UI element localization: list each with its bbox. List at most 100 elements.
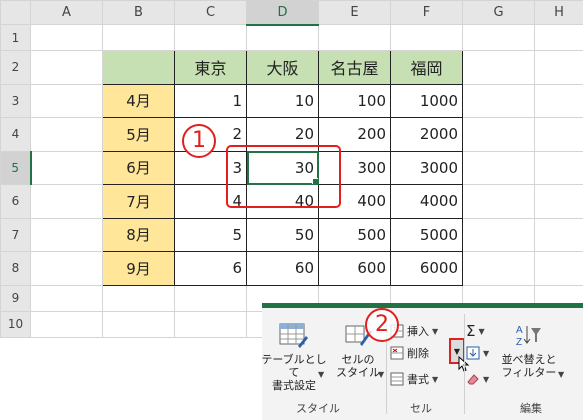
cell[interactable] — [462, 117, 535, 152]
row-header-8[interactable]: 8 — [0, 251, 31, 286]
cell[interactable] — [174, 24, 247, 52]
row-header-1[interactable]: 1 — [0, 24, 31, 52]
row-header-5[interactable]: 5 — [0, 150, 32, 186]
cell[interactable] — [246, 24, 319, 52]
row-header-3[interactable]: 3 — [0, 83, 31, 119]
cell[interactable] — [462, 251, 535, 286]
format-button[interactable]: 書式 ▼ — [390, 370, 438, 388]
cell[interactable] — [318, 24, 391, 52]
value-cell[interactable]: 600 — [318, 251, 391, 286]
cell[interactable] — [534, 217, 583, 253]
cell[interactable] — [534, 150, 583, 186]
sort-filter-label: 並べ替えと フィルター — [501, 353, 557, 379]
cell[interactable] — [462, 184, 535, 219]
value-cell[interactable]: 10 — [246, 83, 319, 119]
value-cell[interactable]: 6 — [174, 251, 247, 286]
cell[interactable] — [30, 150, 103, 186]
format-as-table-button[interactable]: テーブルとして 書式設定 ▼ — [261, 320, 327, 392]
group-divider — [464, 314, 465, 414]
value-cell[interactable]: 2000 — [390, 117, 463, 152]
cell[interactable] — [102, 24, 175, 52]
cell[interactable] — [30, 184, 103, 219]
fill-button[interactable]: ▼ — [466, 344, 489, 362]
cell[interactable] — [30, 83, 103, 119]
autosum-button[interactable]: Σ ▼ — [466, 322, 485, 340]
chevron-down-icon: ▼ — [378, 370, 385, 379]
row-header-9[interactable]: 9 — [0, 284, 31, 312]
callout-1: 1 — [182, 124, 216, 158]
cell[interactable] — [462, 150, 535, 186]
cell[interactable] — [30, 217, 103, 253]
month-cell[interactable]: 5月 — [102, 117, 175, 152]
cell[interactable] — [174, 284, 247, 312]
cell[interactable] — [30, 50, 103, 85]
select-all-corner[interactable] — [0, 0, 31, 26]
cell[interactable] — [102, 284, 175, 312]
row-header-6[interactable]: 6 — [0, 184, 31, 219]
row-header-4[interactable]: 4 — [0, 117, 31, 152]
sort-filter-icon: A Z — [516, 325, 541, 348]
cell[interactable] — [534, 83, 583, 119]
cell[interactable] — [534, 117, 583, 152]
cell[interactable] — [462, 83, 535, 119]
value-cell[interactable]: 3000 — [390, 150, 463, 186]
value-cell[interactable]: 1 — [174, 83, 247, 119]
header-cell-tokyo[interactable]: 東京 — [174, 50, 247, 85]
cell[interactable] — [534, 24, 583, 52]
cell[interactable] — [534, 184, 583, 219]
month-cell[interactable]: 8月 — [102, 217, 175, 253]
value-cell[interactable]: 5000 — [390, 217, 463, 253]
value-cell[interactable]: 100 — [318, 83, 391, 119]
row-header-7[interactable]: 7 — [0, 217, 31, 253]
cell[interactable] — [30, 284, 103, 312]
sort-filter-button[interactable]: A Z 並べ替えと フィルター ▼ — [500, 320, 565, 392]
column-header-b[interactable]: B — [102, 0, 175, 26]
cell[interactable] — [30, 117, 103, 152]
table-format-icon — [279, 323, 308, 348]
cell[interactable] — [390, 24, 463, 52]
cell[interactable] — [174, 310, 247, 339]
month-cell[interactable]: 6月 — [102, 150, 175, 186]
cell[interactable] — [30, 251, 103, 286]
clear-button[interactable]: ▼ — [466, 370, 489, 388]
month-cell[interactable]: 9月 — [102, 251, 175, 286]
header-cell-fukuoka[interactable]: 福岡 — [390, 50, 463, 85]
value-cell[interactable]: 6000 — [390, 251, 463, 286]
month-cell[interactable]: 4月 — [102, 83, 175, 119]
column-header-c[interactable]: C — [174, 0, 247, 26]
row-header-2[interactable]: 2 — [0, 50, 31, 85]
cell[interactable] — [462, 24, 535, 52]
insert-label: 挿入 — [407, 325, 429, 338]
chevron-down-icon: ▼ — [483, 348, 490, 358]
value-cell[interactable]: 500 — [318, 217, 391, 253]
header-cell-nagoya[interactable]: 名古屋 — [318, 50, 391, 85]
column-header-g[interactable]: G — [462, 0, 535, 26]
delete-button[interactable]: 削除 — [390, 344, 429, 362]
value-cell[interactable]: 1000 — [390, 83, 463, 119]
row-header-10[interactable]: 10 — [0, 310, 31, 339]
value-cell[interactable]: 5 — [174, 217, 247, 253]
cell[interactable] — [30, 24, 103, 52]
value-cell[interactable]: 60 — [246, 251, 319, 286]
chevron-down-icon: ▼ — [318, 370, 325, 379]
column-header-d[interactable]: D — [246, 0, 319, 26]
callout-2: 2 — [365, 308, 399, 342]
cell[interactable] — [534, 50, 583, 85]
cell[interactable] — [102, 310, 175, 339]
column-header-a[interactable]: A — [30, 0, 103, 26]
cell[interactable] — [462, 217, 535, 253]
value-cell[interactable]: 4000 — [390, 184, 463, 219]
header-cell-blank[interactable] — [102, 50, 175, 85]
column-header-f[interactable]: F — [390, 0, 463, 26]
fill-down-icon — [466, 346, 480, 360]
cell[interactable] — [534, 251, 583, 286]
svg-text:Z: Z — [516, 337, 522, 348]
cell[interactable] — [30, 310, 103, 339]
value-cell[interactable]: 50 — [246, 217, 319, 253]
header-cell-osaka[interactable]: 大阪 — [246, 50, 319, 85]
cell-style-label: セルの スタイル — [336, 353, 380, 379]
column-header-e[interactable]: E — [318, 0, 391, 26]
column-header-h[interactable]: H — [534, 0, 583, 26]
cell[interactable] — [462, 50, 535, 85]
month-cell[interactable]: 7月 — [102, 184, 175, 219]
